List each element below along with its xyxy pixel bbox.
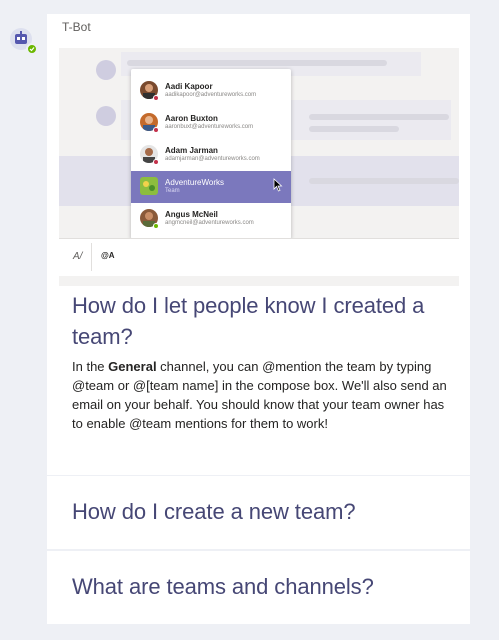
answer-text: channel, you can @mention the team by ty… [72,359,447,431]
faq-question[interactable]: What are teams and channels? [72,571,457,602]
faq-item-teams-channels[interactable]: What are teams and channels? [47,551,470,624]
background-text-line [127,60,387,66]
person-name: Angus McNeil [165,210,218,219]
mention-suggestions-popup: Aadi Kapoor aadikapoor@adventureworks.co… [131,69,291,239]
presence-available-icon [153,223,159,229]
mouse-pointer-icon [273,178,283,192]
team-name: AdventureWorks [165,178,224,187]
person-email: aadikapoor@adventureworks.com [165,92,257,98]
background-avatar [96,106,116,126]
mention-suggestion-adam-jarman[interactable]: Adam Jarman adamjarman@adventureworks.co… [131,139,291,171]
bot-message-card: T-Bot Aadi Kapoor aadikapoor@adventurewo… [47,14,470,624]
faq-answer: In the General channel, you can @mention… [72,357,457,433]
faq-question[interactable]: How do I let people know I created a tea… [72,290,457,352]
person-email: angmcneil@adventureworks.com [165,220,254,226]
presence-busy-icon [153,127,159,133]
mention-suggestion-angus-mcneil[interactable]: Angus McNeil angmcneil@adventureworks.co… [131,203,291,235]
person-email: aaronbuxt@adventureworks.com [165,124,254,130]
mention-suggestion-aaron-buxton[interactable]: Aaron Buxton aaronbuxt@adventureworks.co… [131,107,291,139]
background-text-line [309,178,459,184]
team-avatar [140,177,158,195]
compose-box[interactable]: A/ @A [59,238,459,276]
person-name: Aaron Buxton [165,114,218,123]
background-text-line [309,114,449,120]
compose-text: @A [101,251,115,260]
presence-busy-icon [153,159,159,165]
sender-name: T-Bot [62,20,91,34]
answer-bold-text: General [108,359,157,374]
mention-suggestion-adventureworks-team[interactable]: AdventureWorks Team [131,171,291,203]
person-email: adamjarman@adventureworks.com [165,156,260,162]
mention-suggestion-aadi-kapoor[interactable]: Aadi Kapoor aadikapoor@adventureworks.co… [131,75,291,107]
faq-item-create-team[interactable]: How do I create a new team? [47,476,470,549]
person-name: Aadi Kapoor [165,82,213,91]
divider [91,243,92,271]
answer-text: In the [72,359,109,374]
team-label: Team [165,188,180,194]
presence-busy-icon [153,95,159,101]
background-avatar [96,60,116,80]
presence-available-icon [26,43,38,55]
person-name: Adam Jarman [165,146,218,155]
format-icon[interactable]: A/ [73,251,82,262]
background-text-line [309,126,399,132]
faq-question[interactable]: How do I create a new team? [72,496,457,527]
mention-preview-image: Aadi Kapoor aadikapoor@adventureworks.co… [59,48,459,286]
